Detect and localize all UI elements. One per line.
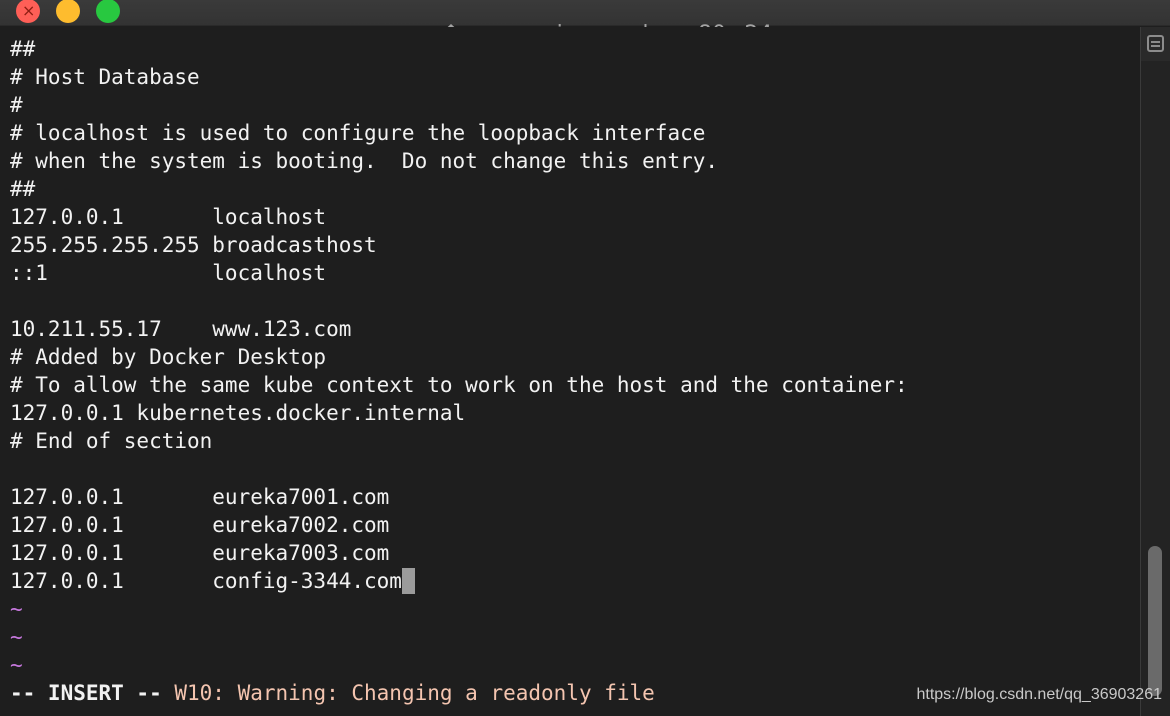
empty-line-marker: ~ (10, 653, 23, 677)
insert-mode-indicator: -- INSERT -- (10, 681, 162, 705)
buffer-line: # when the system is booting. Do not cha… (10, 149, 719, 173)
split-view-icon[interactable] (1147, 35, 1164, 52)
vim-status-line: -- INSERT -- W10: Warning: Changing a re… (10, 679, 655, 707)
buffer-line: 127.0.0.1 eureka7002.com (10, 513, 390, 537)
buffer-line: # Host Database (10, 65, 200, 89)
terminal-window: × pro — vim ◂ sudo — 80×24 ## # Host Dat… (0, 0, 1170, 716)
buffer-line (10, 287, 908, 315)
title-bar[interactable]: × pro — vim ◂ sudo — 80×24 (0, 0, 1170, 47)
empty-line-marker: ~ (10, 597, 23, 621)
buffer-line: # Added by Docker Desktop (10, 345, 327, 369)
readonly-warning: W10: Warning: Changing a readonly file (174, 681, 655, 705)
empty-line-marker: ~ (10, 625, 23, 649)
scroll-thumb[interactable] (1148, 546, 1162, 696)
buffer-line: ## (10, 37, 36, 61)
buffer-line: 127.0.0.1 localhost (10, 205, 327, 229)
buffer-line: # (10, 93, 23, 117)
watermark-text: https://blog.csdn.net/qq_36903261 (916, 686, 1162, 703)
buffer-line: ## (10, 177, 36, 201)
text-cursor (401, 568, 415, 594)
buffer-line: ::1 localhost (10, 261, 327, 285)
buffer-line: # localhost is used to configure the loo… (10, 121, 706, 145)
vim-buffer[interactable]: ## # Host Database # # localhost is used… (10, 35, 908, 679)
buffer-line: 127.0.0.1 kubernetes.docker.internal (10, 401, 466, 425)
buffer-line: # End of section (10, 429, 213, 453)
buffer-line: 127.0.0.1 eureka7001.com (10, 485, 390, 509)
buffer-line (10, 455, 908, 483)
buffer-line: 127.0.0.1 eureka7003.com (10, 541, 390, 565)
buffer-line: 255.255.255.255 broadcasthost (10, 233, 377, 257)
current-line-text: 127.0.0.1 config-3344.com (10, 569, 402, 593)
buffer-line-current[interactable]: 127.0.0.1 config-3344.com (10, 567, 908, 595)
buffer-line: 10.211.55.17 www.123.com (10, 317, 352, 341)
buffer-line: # To allow the same kube context to work… (10, 373, 908, 397)
